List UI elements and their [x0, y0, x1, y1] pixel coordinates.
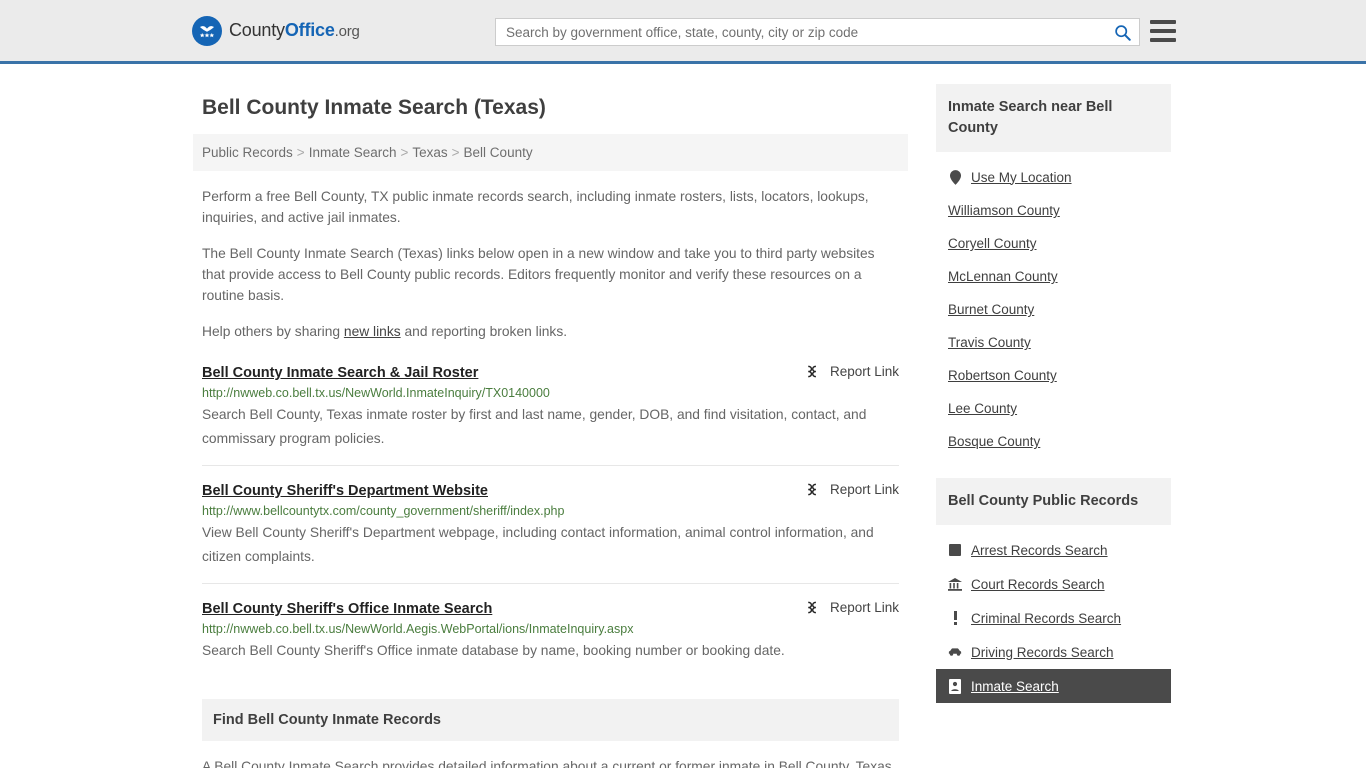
breadcrumb-item-inmate-search[interactable]: Inmate Search — [309, 145, 397, 160]
sidebar-item-driving-records-search[interactable]: Driving Records Search — [936, 635, 1171, 669]
sidebar-item-coryell-county[interactable]: Coryell County — [936, 227, 1171, 260]
report-link-button[interactable]: Report Link — [804, 363, 899, 380]
broken-link-icon — [808, 601, 816, 614]
find-records-header: Find Bell County Inmate Records — [202, 699, 899, 741]
sidebar-item-label: Coryell County — [948, 236, 1037, 251]
result-title-link[interactable]: Bell County Inmate Search & Jail Roster — [202, 365, 478, 381]
result-title-link[interactable]: Bell County Sheriff's Department Website — [202, 483, 488, 499]
broken-link-icon — [808, 483, 816, 496]
result-url: http://www.bellcountytx.com/county_gover… — [202, 504, 565, 518]
sidebar-item-label: Driving Records Search — [971, 644, 1114, 660]
sidebar-item-label: Criminal Records Search — [971, 610, 1122, 626]
hamburger-bar — [1150, 29, 1176, 33]
report-link-label: Report Link — [829, 482, 899, 497]
car-icon — [948, 644, 962, 660]
search-bar — [495, 18, 1140, 46]
broken-link-icon — [808, 365, 816, 378]
exclamation-icon — [948, 610, 962, 626]
sidebar-item-court-records-search[interactable]: Court Records Search — [936, 567, 1171, 601]
find-records-heading: Find Bell County Inmate Records — [213, 712, 441, 728]
courthouse-icon — [948, 576, 962, 592]
breadcrumb-item-bell-county[interactable]: Bell County — [464, 145, 533, 160]
sidebar-item-arrest-records-search[interactable]: Arrest Records Search — [936, 533, 1171, 567]
sidebar-item-inmate-search[interactable]: Inmate Search — [936, 669, 1171, 703]
result-description: Search Bell County, Texas inmate roster … — [202, 407, 867, 446]
sidebar-item-label: Court Records Search — [971, 576, 1105, 592]
sidebar-item-travis-county[interactable]: Travis County — [936, 326, 1171, 359]
sidebar-item-label: Lee County — [948, 401, 1018, 416]
map-pin-icon — [948, 169, 962, 185]
sidebar-item-label: Robertson County — [948, 368, 1057, 383]
sidebar-item-williamson-county[interactable]: Williamson County — [936, 194, 1171, 227]
help-text-before: Help others by sharing — [202, 324, 344, 339]
sidebar-item-label: Bosque County — [948, 434, 1041, 449]
id-card-icon — [948, 678, 962, 694]
intro-paragraph-2: The Bell County Inmate Search (Texas) li… — [202, 246, 875, 303]
logo-text-county: County — [229, 20, 285, 40]
sidebar-item-label: Inmate Search — [971, 678, 1059, 694]
result-description: View Bell County Sheriff's Department we… — [202, 525, 874, 564]
logo-text-office: Office — [284, 20, 335, 40]
hamburger-bar — [1150, 20, 1176, 24]
nearby-panel-header: Inmate Search near Bell County — [936, 84, 1171, 152]
result-item: Bell County Inmate Search & Jail Roster … — [202, 342, 899, 465]
breadcrumb-separator: > — [400, 145, 409, 160]
new-links-link[interactable]: new links — [344, 324, 401, 339]
page-title: Bell County Inmate Search (Texas) — [202, 96, 546, 119]
sidebar-item-burnet-county[interactable]: Burnet County — [936, 293, 1171, 326]
report-link-label: Report Link — [829, 600, 899, 615]
main-content: Bell County Inmate Search (Texas) Public… — [193, 84, 908, 768]
help-text-after: and reporting broken links. — [400, 324, 568, 339]
site-logo[interactable]: CountyOffice.org — [192, 15, 360, 46]
logo-text-org: .org — [334, 23, 360, 40]
report-link-button[interactable]: Report Link — [804, 481, 899, 498]
hamburger-bar — [1150, 38, 1176, 42]
fingerprint-icon — [948, 542, 962, 558]
result-title-link[interactable]: Bell County Sheriff's Office Inmate Sear… — [202, 601, 492, 617]
result-url: http://nwweb.co.bell.tx.us/NewWorld.Inma… — [202, 386, 550, 400]
sidebar-item-lee-county[interactable]: Lee County — [936, 392, 1171, 425]
sidebar-item-label: Arrest Records Search — [971, 542, 1108, 558]
sidebar-item-label: McLennan County — [948, 269, 1058, 284]
site-logo-text: CountyOffice.org — [229, 20, 360, 41]
breadcrumb-separator: > — [451, 145, 460, 160]
result-description: Search Bell County Sheriff's Office inma… — [202, 643, 785, 658]
result-item: Bell County Sheriff's Department Website… — [202, 465, 899, 583]
hamburger-menu-icon[interactable] — [1150, 20, 1176, 42]
search-button[interactable] — [1105, 19, 1139, 45]
nearby-panel-list: Use My Location Williamson County Coryel… — [936, 152, 1171, 458]
sidebar-item-bosque-county[interactable]: Bosque County — [936, 425, 1171, 458]
result-url: http://nwweb.co.bell.tx.us/NewWorld.Aegi… — [202, 622, 634, 636]
search-input[interactable] — [496, 19, 1105, 45]
eagle-stars-seal-icon — [192, 15, 222, 46]
sidebar-item-label: Williamson County — [948, 203, 1060, 218]
report-link-label: Report Link — [829, 364, 899, 379]
public-records-panel-header: Bell County Public Records — [936, 478, 1171, 525]
sidebar-item-label: Use My Location — [971, 169, 1072, 185]
sidebar-item-robertson-county[interactable]: Robertson County — [936, 359, 1171, 392]
site-header: CountyOffice.org — [0, 0, 1366, 64]
page-body: Bell County Inmate Search (Texas) Public… — [0, 64, 1366, 768]
search-icon — [1114, 24, 1131, 41]
nearby-panel: Inmate Search near Bell County Use My Lo… — [936, 84, 1171, 458]
sidebar-item-label: Travis County — [948, 335, 1031, 350]
result-item: Bell County Sheriff's Office Inmate Sear… — [202, 583, 899, 677]
intro-paragraph-1: Perform a free Bell County, TX public in… — [202, 189, 869, 225]
sidebar-item-use-my-location[interactable]: Use My Location — [936, 160, 1171, 194]
nearby-panel-heading: Inmate Search near Bell County — [948, 99, 1113, 136]
sidebar: Inmate Search near Bell County Use My Lo… — [936, 84, 1171, 768]
breadcrumb-item-public-records[interactable]: Public Records — [202, 145, 293, 160]
public-records-panel-list: Arrest Records Search Court Records Sear… — [936, 525, 1171, 703]
public-records-panel-heading: Bell County Public Records — [948, 493, 1139, 509]
breadcrumb: Public Records > Inmate Search > Texas > Bell … — [193, 134, 908, 171]
find-records-body: A Bell County Inmate Search provides det… — [202, 759, 896, 768]
sidebar-item-criminal-records-search[interactable]: Criminal Records Search — [936, 601, 1171, 635]
help-paragraph: Help others by sharing new links and rep… — [202, 321, 899, 342]
sidebar-item-label: Burnet County — [948, 302, 1035, 317]
report-link-button[interactable]: Report Link — [804, 599, 899, 616]
public-records-panel: Bell County Public Records Arrest Record… — [936, 478, 1171, 703]
breadcrumb-separator: > — [296, 145, 305, 160]
sidebar-item-mclennan-county[interactable]: McLennan County — [936, 260, 1171, 293]
breadcrumb-item-texas[interactable]: Texas — [412, 145, 447, 160]
